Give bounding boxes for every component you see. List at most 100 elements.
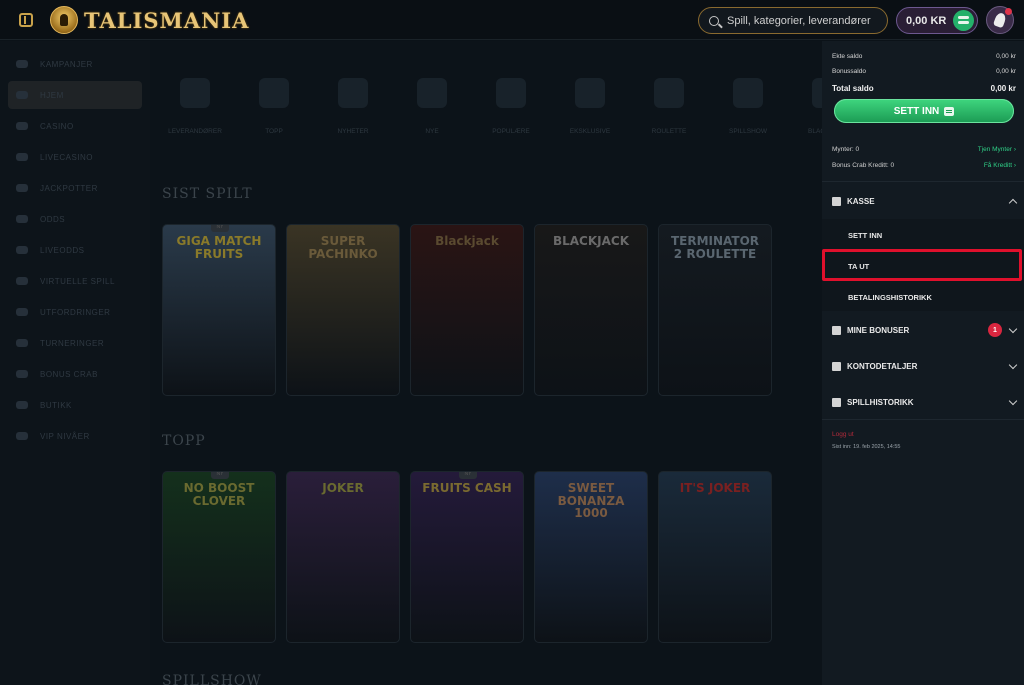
game-title: SWEET BONANZA 1000 (557, 481, 625, 521)
game-card[interactable]: NY FRUITS CASH (410, 471, 524, 643)
chevron-up-icon (1008, 198, 1018, 207)
earn-coins-text: Tjen Mynter (977, 146, 1013, 153)
notification-dot (1005, 8, 1012, 15)
bonus-count-badge: 1 (988, 323, 1002, 337)
sidebar-item-turneringer[interactable]: TURNERINGER (8, 329, 142, 357)
chevron-down-icon (1008, 396, 1018, 405)
game-card[interactable]: NY NO BOOST CLOVER (162, 471, 276, 643)
new-badge: NY (211, 225, 229, 232)
sidebar-item-label: JACKPOTTER (40, 183, 98, 193)
account-details-label: KONTODETALJER (847, 361, 918, 371)
category-tile[interactable]: BLACKJACK (794, 66, 822, 154)
cash-icon (944, 106, 955, 116)
game-card[interactable]: Blackjack (410, 224, 524, 396)
category-label: TOPP (265, 128, 283, 135)
game-title: NO BOOST CLOVER (183, 481, 255, 508)
game-title: FRUITS CASH (422, 481, 512, 495)
sidebar-item-odds[interactable]: ODDS (8, 205, 142, 233)
category-tile[interactable]: NYE (399, 66, 465, 154)
category-tile[interactable]: SPILLSHOW (715, 66, 781, 154)
sidebar-item-kampanjer[interactable]: KAMPANJER (8, 50, 142, 78)
sidebar-item-virtuelle-spill[interactable]: VIRTUELLE SPILL (8, 267, 142, 295)
game-card[interactable]: BLACKJACK (534, 224, 648, 396)
bank-icon (832, 196, 841, 206)
menu-toggle-icon[interactable] (19, 13, 33, 27)
sidebar-item-butikk[interactable]: BUTIKK (8, 391, 142, 419)
category-icon (654, 78, 684, 108)
sidebar-item-utfordringer[interactable]: UTFORDRINGER (8, 298, 142, 326)
coins-label: Mynter: 0 (832, 146, 860, 153)
logout-link[interactable]: Logg ut (832, 431, 854, 438)
get-credit-text: Få Kreditt (983, 162, 1013, 169)
sidebar-item-bonus-crab[interactable]: BONUS CRAB (8, 360, 142, 388)
sidebar-item-label: CASINO (40, 121, 74, 131)
total-balance-label: Total saldo (832, 84, 874, 93)
main-content: LEVERANDØRER TOPP NYHETER NYE POPULÆRE EKSKLU… (150, 41, 822, 685)
category-tile[interactable]: LEVERANDØRER (162, 66, 228, 154)
kasse-accordion[interactable]: KASSE (832, 193, 1018, 209)
sidebar-item-livecasino[interactable]: LIVECASINO (8, 143, 142, 171)
submenu-deposit[interactable]: SETT INN (848, 231, 882, 240)
sidebar-item-label: LIVEODDS (40, 245, 85, 255)
kasse-label: KASSE (847, 196, 875, 206)
recent-games-row: NY GIGA MATCH FRUITS SUPER PACHINKO Blackja… (162, 224, 772, 396)
sidebar-item-icon (16, 91, 28, 99)
game-title: IT'S JOKER (679, 481, 751, 495)
game-card[interactable]: JOKER (286, 471, 400, 643)
sidebar-item-icon (16, 122, 28, 130)
category-icon (733, 78, 763, 108)
gift-icon (832, 325, 841, 335)
category-icon (259, 78, 289, 108)
category-tile[interactable]: ROULETTE (636, 66, 702, 154)
category-label: BLACKJACK (808, 128, 822, 135)
game-card[interactable]: NY GIGA MATCH FRUITS (162, 224, 276, 396)
balance-button[interactable]: 0,00 KR (896, 7, 978, 34)
submenu-payment-history[interactable]: BETALINGSHISTORIKK (848, 293, 932, 302)
deposit-button[interactable]: SETT INN (834, 99, 1014, 123)
search-box[interactable] (698, 7, 888, 34)
account-details-accordion[interactable]: KONTODETALJER (832, 358, 1018, 374)
category-tile[interactable]: NYHETER (320, 66, 386, 154)
search-icon (709, 15, 719, 26)
bonuses-label: MINE BONUSER (847, 325, 910, 335)
last-login-text: Sist inn: 19. feb 2025, 14:55 (832, 444, 901, 450)
game-title: Blackjack (435, 234, 499, 248)
game-history-accordion[interactable]: SPILLHISTORIKK (832, 394, 1018, 410)
game-card[interactable]: TERMINATOR 2 ROULETTE (658, 224, 772, 396)
sidebar-item-vip-nivåer[interactable]: VIP NIVÅER (8, 422, 142, 450)
profile-avatar[interactable] (986, 6, 1014, 34)
category-icon (812, 78, 822, 108)
logo[interactable]: TALISMANIA (50, 6, 249, 34)
game-title: GIGA MATCH FRUITS (176, 234, 262, 261)
sidebar-item-hjem[interactable]: HJEM (8, 81, 142, 109)
category-tile[interactable]: POPULÆRE (478, 66, 544, 154)
category-icon (417, 78, 447, 108)
sidebar: KAMPANJER HJEM CASINO LIVECASINO JACKPOTTER O… (0, 41, 150, 685)
sidebar-item-icon (16, 432, 28, 440)
crab-credit-label: Bonus Crab Kreditt: 0 (832, 162, 895, 169)
sidebar-item-liveodds[interactable]: LIVEODDS (8, 236, 142, 264)
get-credit-link[interactable]: Få Kreditt › (984, 162, 1016, 169)
game-card[interactable]: SUPER PACHINKO (286, 224, 400, 396)
deposit-button-label: SETT INN (893, 105, 940, 117)
chevron-down-icon (1008, 324, 1018, 333)
total-balance-row: Total saldo 0,00 kr (832, 84, 1016, 93)
cash-balance-label: Ekte saldo (832, 53, 863, 60)
game-card[interactable]: IT'S JOKER (658, 471, 772, 643)
sidebar-item-casino[interactable]: CASINO (8, 112, 142, 140)
game-history-label: SPILLHISTORIKK (847, 397, 914, 407)
category-tile[interactable]: EKSKLUSIVE (557, 66, 623, 154)
new-badge: NY (459, 472, 477, 479)
bonus-balance-value: 0,00 kr (996, 68, 1016, 75)
sidebar-item-label: HJEM (40, 90, 64, 100)
earn-coins-link[interactable]: Tjen Mynter › (978, 146, 1016, 153)
sidebar-item-jackpotter[interactable]: JACKPOTTER (8, 174, 142, 202)
search-input[interactable] (727, 14, 887, 27)
category-label: SPILLSHOW (729, 128, 767, 135)
category-tile[interactable]: TOPP (241, 66, 307, 154)
bonuses-accordion[interactable]: MINE BONUSER 1 (832, 322, 1018, 338)
game-title: SUPER PACHINKO (308, 234, 378, 261)
game-card[interactable]: SWEET BONANZA 1000 (534, 471, 648, 643)
category-icon (496, 78, 526, 108)
cash-balance-row: Ekte saldo 0,00 kr (832, 53, 1016, 60)
